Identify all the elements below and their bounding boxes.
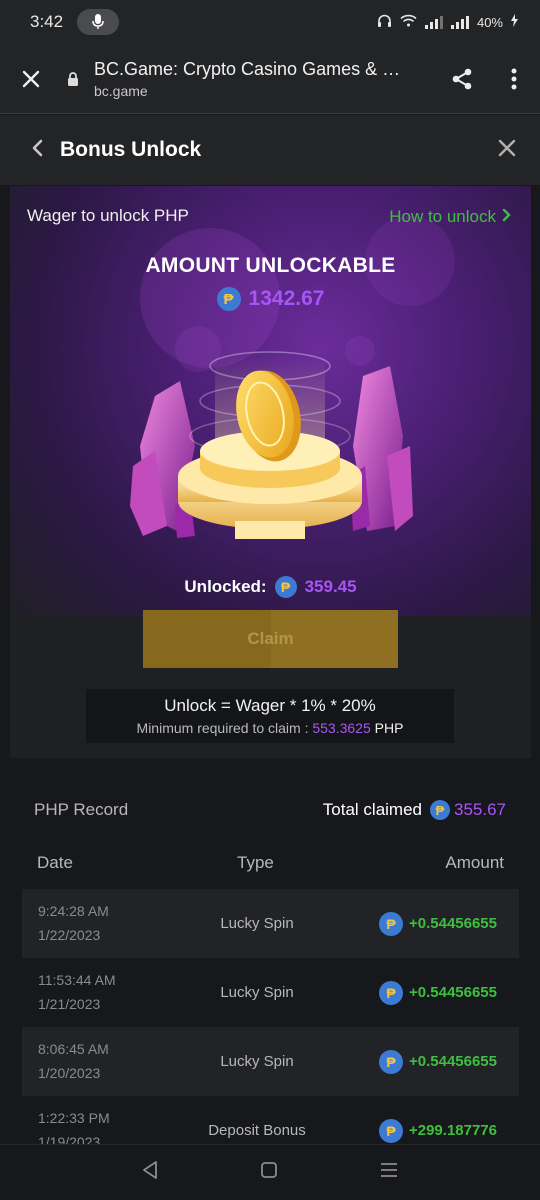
- row-type: Lucky Spin: [220, 984, 294, 1001]
- status-time: 3:42: [30, 12, 64, 31]
- amount-unlockable-title: AMOUNT UNLOCKABLE: [145, 254, 396, 277]
- php-coin-icon: ₱: [378, 1118, 403, 1143]
- recents-nav-icon[interactable]: [379, 1162, 399, 1183]
- total-claimed-value: 355.67: [454, 800, 506, 819]
- more-menu-icon[interactable]: [488, 68, 540, 90]
- charging-icon: [511, 14, 518, 30]
- minimum-claim-label: Minimum required to claim :: [136, 720, 309, 736]
- mic-icon: [77, 9, 120, 35]
- row-amount-value: +299.187776: [408, 1122, 497, 1139]
- table-row: 8:06:45 AM 1/20/2023 Lucky Spin ₱ +0.544…: [22, 1027, 519, 1096]
- share-icon[interactable]: [436, 67, 488, 91]
- total-claimed: Total claimed ₱ 355.67: [323, 800, 506, 820]
- address-bar[interactable]: BC.Game: Crypto Casino Games & Ca... bc.…: [94, 59, 436, 99]
- close-icon[interactable]: [498, 139, 516, 162]
- column-date: Date: [37, 853, 73, 872]
- back-icon[interactable]: [30, 138, 44, 163]
- row-amount-value: +0.54456655: [408, 915, 497, 932]
- amount-unlockable-value: ₱ 1342.67: [10, 287, 531, 311]
- coin-pedestal-illustration: [130, 351, 413, 539]
- minimum-claim-currency: PHP: [374, 720, 404, 736]
- row-time: 8:06:45 AM: [38, 1041, 109, 1057]
- modal-title: Bonus Unlock: [60, 138, 202, 161]
- row-amount: ₱ +0.54456655: [378, 958, 497, 1027]
- row-date: 1/21/2023: [38, 996, 101, 1012]
- row-time: 1:22:33 PM: [38, 1110, 110, 1126]
- page-url: bc.game: [94, 82, 148, 99]
- page-title: BC.Game: Crypto Casino Games & Ca...: [94, 58, 412, 79]
- home-nav-icon[interactable]: [260, 1161, 278, 1184]
- row-time: 11:53:44 AM: [38, 972, 116, 988]
- battery-level: 40%: [476, 14, 503, 30]
- php-coin-icon: ₱: [378, 980, 403, 1005]
- row-type: Lucky Spin: [220, 915, 294, 932]
- minimum-claim-text: Minimum required to claim : 553.3625 PHP: [86, 720, 454, 736]
- record-header: PHP Record Total claimed ₱ 355.67: [34, 800, 506, 820]
- php-coin-icon: ₱: [378, 1049, 403, 1074]
- record-title: PHP Record: [34, 800, 129, 819]
- signal-icon: [424, 15, 443, 29]
- total-claimed-label: Total claimed: [322, 800, 422, 819]
- wifi-icon: [400, 14, 417, 30]
- row-date: 1/20/2023: [38, 1065, 101, 1081]
- close-tab-icon[interactable]: [0, 69, 62, 89]
- claim-button[interactable]: Claim: [143, 610, 398, 668]
- row-amount-value: +0.54456655: [408, 1053, 497, 1070]
- unlock-formula: Unlock = Wager * 1% * 20%: [164, 696, 376, 715]
- row-amount: ₱ +0.54456655: [378, 889, 497, 958]
- system-nav-bar: [0, 1144, 540, 1200]
- php-coin-icon: ₱: [430, 800, 450, 820]
- table-row: 9:24:28 AM 1/22/2023 Lucky Spin ₱ +0.544…: [22, 889, 519, 958]
- wager-label: Wager to unlock PHP: [27, 206, 189, 225]
- php-coin-icon: ₱: [274, 576, 297, 598]
- php-coin-icon: ₱: [378, 911, 403, 936]
- unlock-panel: Wager to unlock PHP How to unlock AMOUNT…: [10, 186, 531, 758]
- claim-label: Claim: [247, 629, 294, 648]
- unlock-formula-box: Unlock = Wager * 1% * 20% Minimum requir…: [86, 689, 454, 743]
- how-to-unlock-link[interactable]: How to unlock: [389, 207, 511, 227]
- how-to-unlock-label: How to unlock: [389, 207, 496, 226]
- row-amount-value: +0.54456655: [408, 984, 497, 1001]
- row-time: 9:24:28 AM: [38, 903, 109, 919]
- headphones-icon: [377, 14, 392, 31]
- amount-unlockable-number: 1342.67: [248, 287, 325, 310]
- browser-toolbar: BC.Game: Crypto Casino Games & Ca... bc.…: [0, 44, 540, 114]
- status-bar: 3:42 40%: [0, 0, 540, 44]
- column-type: Type: [237, 853, 274, 872]
- record-table: 9:24:28 AM 1/22/2023 Lucky Spin ₱ +0.544…: [22, 889, 519, 1165]
- column-amount: Amount: [445, 853, 504, 872]
- lock-icon[interactable]: [62, 71, 84, 87]
- row-date: 1/22/2023: [38, 927, 101, 943]
- signal-icon-2: [450, 15, 469, 29]
- row-type: Lucky Spin: [220, 1053, 294, 1070]
- modal-header: Bonus Unlock: [0, 115, 540, 185]
- unlocked-value: 359.45: [304, 577, 357, 596]
- unlocked-row: Unlocked: ₱ 359.45: [10, 576, 531, 598]
- chevron-right-icon: [502, 207, 511, 227]
- unlocked-label: Unlocked:: [184, 577, 267, 596]
- php-coin-icon: ₱: [216, 287, 241, 311]
- back-nav-icon[interactable]: [141, 1160, 159, 1185]
- row-amount: ₱ +0.54456655: [378, 1027, 497, 1096]
- table-row: 11:53:44 AM 1/21/2023 Lucky Spin ₱ +0.54…: [22, 958, 519, 1027]
- minimum-claim-value: 553.3625: [312, 720, 371, 736]
